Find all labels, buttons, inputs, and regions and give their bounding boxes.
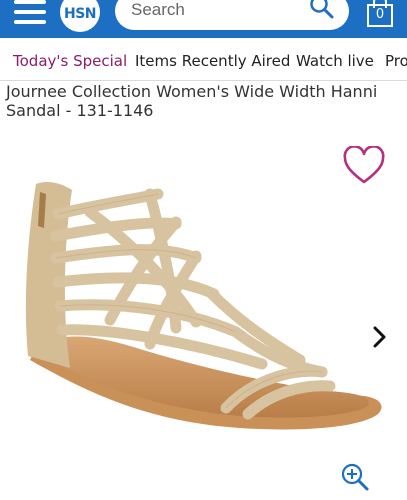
nav-programs[interactable]: Pro [385,52,407,70]
product-title: Journee Collection Women's Wide Width Ha… [6,82,378,120]
nav-items-recently-aired[interactable]: Items Recently Aired [135,52,290,70]
search-input[interactable] [131,0,301,21]
search-bar[interactable] [115,0,349,30]
logo-text: HSN [63,5,97,22]
chevron-right-icon[interactable] [370,324,390,350]
zoom-button[interactable] [335,456,375,500]
cart-count: 0 [375,7,385,22]
menu-icon[interactable] [14,0,48,26]
top-header: HSN 0 [0,0,407,38]
search-icon[interactable] [309,0,335,20]
heart-icon[interactable] [342,146,386,186]
hsn-logo[interactable]: HSN [60,0,100,32]
category-nav: Today's Special Items Recently Aired Wat… [0,38,407,81]
nav-todays-special[interactable]: Today's Special [13,52,127,70]
nav-watch-live[interactable]: Watch live [296,52,374,70]
zoom-in-icon [341,463,369,491]
product-image[interactable] [0,132,407,500]
